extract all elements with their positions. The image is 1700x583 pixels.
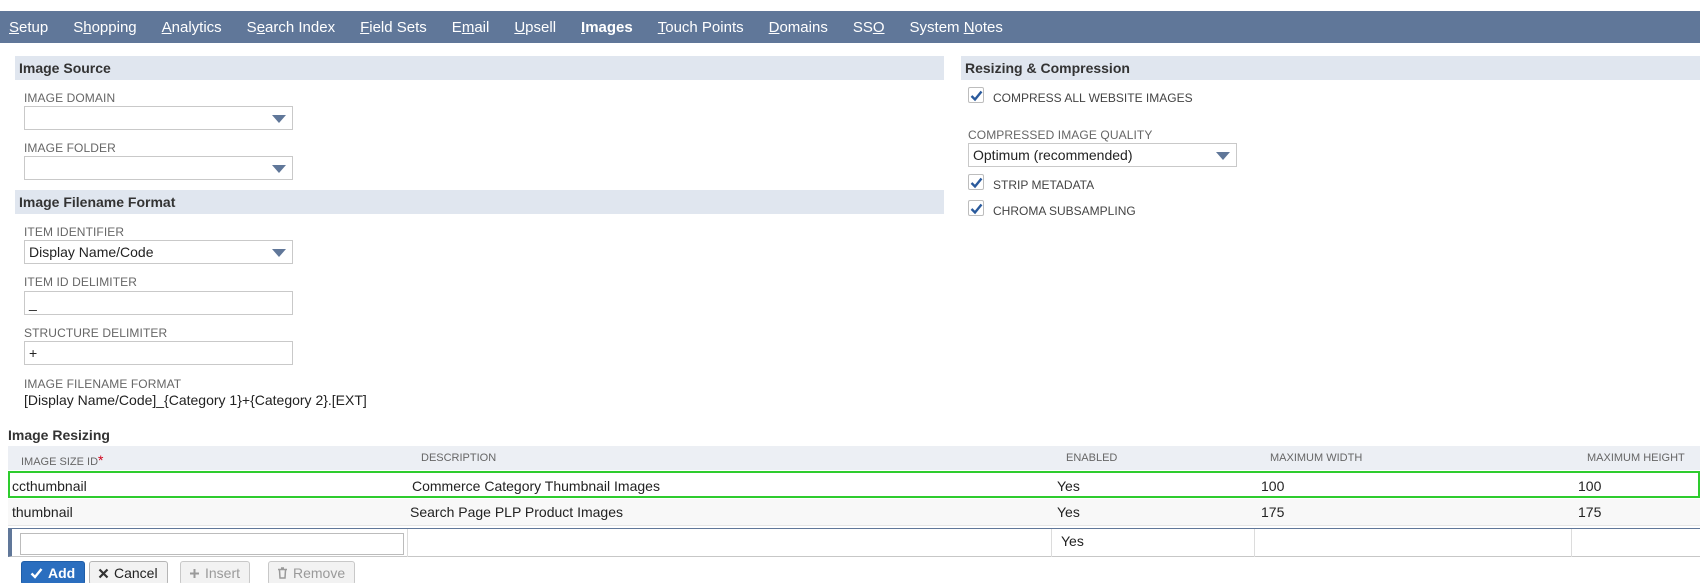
checkmark-icon bbox=[970, 90, 983, 102]
tab-domains[interactable]: Domains bbox=[769, 19, 828, 36]
image-resizing-title: Image Resizing bbox=[8, 427, 110, 443]
remove-button-label: Remove bbox=[293, 565, 346, 581]
structure-delimiter-label: STRUCTURE DELIMITER bbox=[24, 326, 168, 340]
compress-all-label: COMPRESS ALL WEBSITE IMAGES bbox=[993, 91, 1193, 105]
tab-sso[interactable]: SSO bbox=[853, 19, 885, 36]
tab-touch-points[interactable]: Touch Points bbox=[658, 19, 744, 36]
add-button-label: Add bbox=[48, 565, 76, 581]
tab-setup[interactable]: Setup bbox=[9, 19, 48, 36]
item-id-delimiter-label: ITEM ID DELIMITER bbox=[24, 275, 138, 289]
filename-format-label: IMAGE FILENAME FORMAT bbox=[24, 377, 182, 391]
image-source-header: Image Source bbox=[15, 56, 944, 80]
resizing-table-header: IMAGE SIZE ID* DESCRIPTION ENABLED MAXIM… bbox=[8, 446, 1700, 470]
cancel-button-label: Cancel bbox=[114, 565, 158, 581]
checkmark-icon bbox=[970, 177, 983, 189]
remove-button[interactable]: Remove bbox=[268, 561, 356, 583]
cell-image-size-id: thumbnail bbox=[12, 504, 73, 520]
item-id-delimiter-value: _ bbox=[29, 295, 37, 311]
tab-upsell[interactable]: Upsell bbox=[514, 19, 556, 36]
cell-max-height: 100 bbox=[1578, 478, 1602, 494]
insert-button[interactable]: Insert bbox=[180, 561, 251, 583]
tab-images[interactable]: Images bbox=[581, 19, 633, 36]
col-max-height: MAXIMUM HEIGHT bbox=[1587, 452, 1685, 464]
quality-value: Optimum (recommended) bbox=[973, 147, 1133, 163]
cell-enabled: Yes bbox=[1057, 478, 1080, 494]
chevron-down-icon bbox=[1216, 152, 1230, 160]
image-folder-select[interactable] bbox=[24, 156, 293, 180]
compression-header: Resizing & Compression bbox=[961, 56, 1700, 80]
checkmark-icon bbox=[970, 203, 983, 215]
strip-metadata-label: STRIP METADATA bbox=[993, 178, 1095, 192]
item-id-delimiter-input[interactable]: _ bbox=[24, 291, 293, 315]
check-icon bbox=[30, 568, 43, 579]
col-image-size-id: IMAGE SIZE ID* bbox=[21, 452, 104, 468]
table-row[interactable]: ccthumbnail Commerce Category Thumbnail … bbox=[8, 471, 1700, 498]
chroma-subsampling-checkbox[interactable] bbox=[968, 200, 984, 216]
quality-select[interactable]: Optimum (recommended) bbox=[968, 143, 1237, 167]
image-domain-label: IMAGE DOMAIN bbox=[24, 91, 116, 105]
tab-search-index[interactable]: Search Index bbox=[247, 19, 335, 36]
chevron-down-icon bbox=[272, 115, 286, 123]
item-identifier-value: Display Name/Code bbox=[29, 244, 154, 260]
col-max-width: MAXIMUM WIDTH bbox=[1270, 452, 1363, 464]
cell-max-height: 175 bbox=[1578, 504, 1602, 520]
chroma-subsampling-label: CHROMA SUBSAMPLING bbox=[993, 204, 1136, 218]
table-row[interactable]: thumbnail Search Page PLP Product Images… bbox=[8, 499, 1700, 526]
col-enabled: ENABLED bbox=[1066, 452, 1118, 464]
image-folder-label: IMAGE FOLDER bbox=[24, 141, 116, 155]
close-icon bbox=[98, 568, 109, 578]
item-identifier-select[interactable]: Display Name/Code bbox=[24, 240, 293, 264]
filename-format-header: Image Filename Format bbox=[15, 190, 944, 214]
add-button[interactable]: Add bbox=[21, 561, 86, 583]
cell-max-width: 175 bbox=[1261, 504, 1285, 520]
tab-analytics[interactable]: Analytics bbox=[162, 19, 222, 36]
cell-description: Search Page PLP Product Images bbox=[410, 504, 623, 520]
cancel-button[interactable]: Cancel bbox=[89, 561, 168, 583]
cell-description: Commerce Category Thumbnail Images bbox=[412, 478, 660, 494]
required-mark: * bbox=[98, 452, 104, 468]
new-row-id-cell bbox=[12, 529, 408, 557]
strip-metadata-checkbox[interactable] bbox=[968, 174, 984, 190]
new-row-max-width-cell[interactable] bbox=[1255, 529, 1572, 557]
chevron-down-icon bbox=[272, 249, 286, 257]
structure-delimiter-value: + bbox=[29, 345, 38, 361]
new-row-max-height-cell[interactable] bbox=[1572, 529, 1700, 557]
tab-email[interactable]: Email bbox=[452, 19, 490, 36]
plus-icon bbox=[190, 568, 199, 578]
structure-delimiter-input[interactable]: + bbox=[24, 341, 293, 365]
compress-all-checkbox[interactable] bbox=[968, 87, 984, 103]
insert-button-label: Insert bbox=[205, 565, 241, 581]
trash-icon bbox=[278, 567, 287, 579]
new-row-enabled-cell[interactable]: Yes bbox=[1052, 529, 1255, 557]
top-band bbox=[0, 0, 1700, 11]
tab-field-sets[interactable]: Field Sets bbox=[360, 19, 427, 36]
chevron-down-icon bbox=[272, 165, 286, 173]
tab-system-notes[interactable]: System Notes bbox=[910, 19, 1003, 36]
new-row-editor: Yes bbox=[8, 528, 1700, 557]
new-row-description-cell[interactable] bbox=[408, 529, 1052, 557]
new-image-size-id-input[interactable] bbox=[20, 533, 404, 555]
col-description: DESCRIPTION bbox=[421, 452, 497, 464]
new-row-enabled-value: Yes bbox=[1061, 533, 1084, 549]
cell-image-size-id: ccthumbnail bbox=[12, 478, 87, 494]
cell-enabled: Yes bbox=[1057, 504, 1080, 520]
cell-max-width: 100 bbox=[1261, 478, 1285, 494]
image-domain-select[interactable] bbox=[24, 106, 293, 130]
subtab-nav: Setup Shopping Analytics Search Index Fi… bbox=[0, 11, 1700, 43]
tab-shopping[interactable]: Shopping bbox=[73, 19, 136, 36]
quality-label: COMPRESSED IMAGE QUALITY bbox=[968, 128, 1153, 142]
filename-format-value: [Display Name/Code]_{Category 1}+{Catego… bbox=[24, 392, 367, 408]
item-identifier-label: ITEM IDENTIFIER bbox=[24, 225, 125, 239]
